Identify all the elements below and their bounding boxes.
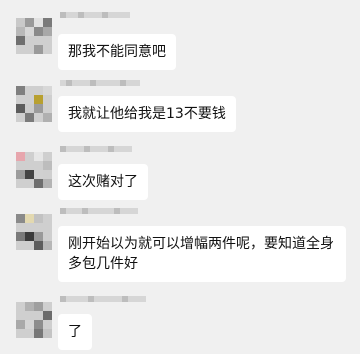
avatar-pixel xyxy=(34,45,43,54)
avatar-pixel xyxy=(25,104,34,113)
avatar[interactable] xyxy=(16,302,52,338)
avatar-pixel xyxy=(25,86,34,95)
avatar[interactable] xyxy=(16,214,52,250)
avatar-pixel xyxy=(34,214,43,223)
sender-name-blurred xyxy=(60,12,130,18)
sender-name-blurred xyxy=(60,146,132,152)
sender-name-blurred xyxy=(60,208,138,214)
avatar-pixel xyxy=(34,320,43,329)
avatar-pixel xyxy=(34,18,43,27)
avatar-pixel xyxy=(25,302,34,311)
avatar-pixel xyxy=(25,27,34,36)
avatar-pixel xyxy=(34,241,43,250)
avatar-pixel xyxy=(25,18,34,27)
avatar-pixel xyxy=(43,329,52,338)
avatar-pixel xyxy=(16,302,25,311)
avatar-pixel xyxy=(16,104,25,113)
avatar-pixel xyxy=(16,232,25,241)
avatar-pixel xyxy=(34,152,43,161)
avatar-pixel xyxy=(43,223,52,232)
avatar-pixel xyxy=(34,170,43,179)
avatar[interactable] xyxy=(16,152,52,188)
avatar-pixel xyxy=(34,329,43,338)
message-bubble[interactable]: 那我不能同意吧 xyxy=(58,34,176,70)
avatar-pixel xyxy=(43,18,52,27)
avatar-pixel xyxy=(25,152,34,161)
avatar-pixel xyxy=(34,27,43,36)
message-text: 了 xyxy=(68,324,82,340)
avatar-pixel xyxy=(34,179,43,188)
sender-name-blurred xyxy=(60,296,146,302)
avatar-pixel xyxy=(43,179,52,188)
avatar-pixel xyxy=(43,311,52,320)
avatar-pixel xyxy=(16,86,25,95)
avatar-pixel xyxy=(34,104,43,113)
avatar-pixel xyxy=(16,18,25,27)
avatar-pixel xyxy=(25,214,34,223)
message-text: 那我不能同意吧 xyxy=(68,44,166,60)
avatar-pixel xyxy=(43,161,52,170)
sender-name-blurred xyxy=(60,80,140,86)
avatar-pixel xyxy=(43,27,52,36)
avatar-pixel xyxy=(16,170,25,179)
message-text: 我就让他给我是13不要钱 xyxy=(68,106,226,122)
message-bubble[interactable]: 我就让他给我是13不要钱 xyxy=(58,96,236,132)
avatar-pixel xyxy=(34,95,43,104)
message-bubble[interactable]: 刚开始以为就可以增幅两件呢，要知道全身 多包几件好 xyxy=(58,226,346,282)
message-bubble[interactable]: 了 xyxy=(58,314,92,350)
avatar[interactable] xyxy=(16,86,52,122)
avatar-pixel xyxy=(43,86,52,95)
avatar-pixel xyxy=(34,302,43,311)
avatar-pixel xyxy=(43,241,52,250)
avatar-pixel xyxy=(25,170,34,179)
avatar-pixel xyxy=(34,232,43,241)
avatar-pixel xyxy=(43,113,52,122)
avatar-pixel xyxy=(16,27,25,36)
message-bubble[interactable]: 这次赌对了 xyxy=(58,164,148,200)
avatar-pixel xyxy=(25,320,34,329)
avatar-pixel xyxy=(25,113,34,122)
avatar-pixel xyxy=(16,320,25,329)
avatar-pixel xyxy=(16,214,25,223)
message-text: 这次赌对了 xyxy=(68,174,138,190)
message-text: 刚开始以为就可以增幅两件呢，要知道全身 多包几件好 xyxy=(68,236,334,272)
avatar-pixel xyxy=(25,232,34,241)
avatar-pixel xyxy=(16,152,25,161)
avatar-pixel xyxy=(16,36,25,45)
avatar[interactable] xyxy=(16,18,52,54)
